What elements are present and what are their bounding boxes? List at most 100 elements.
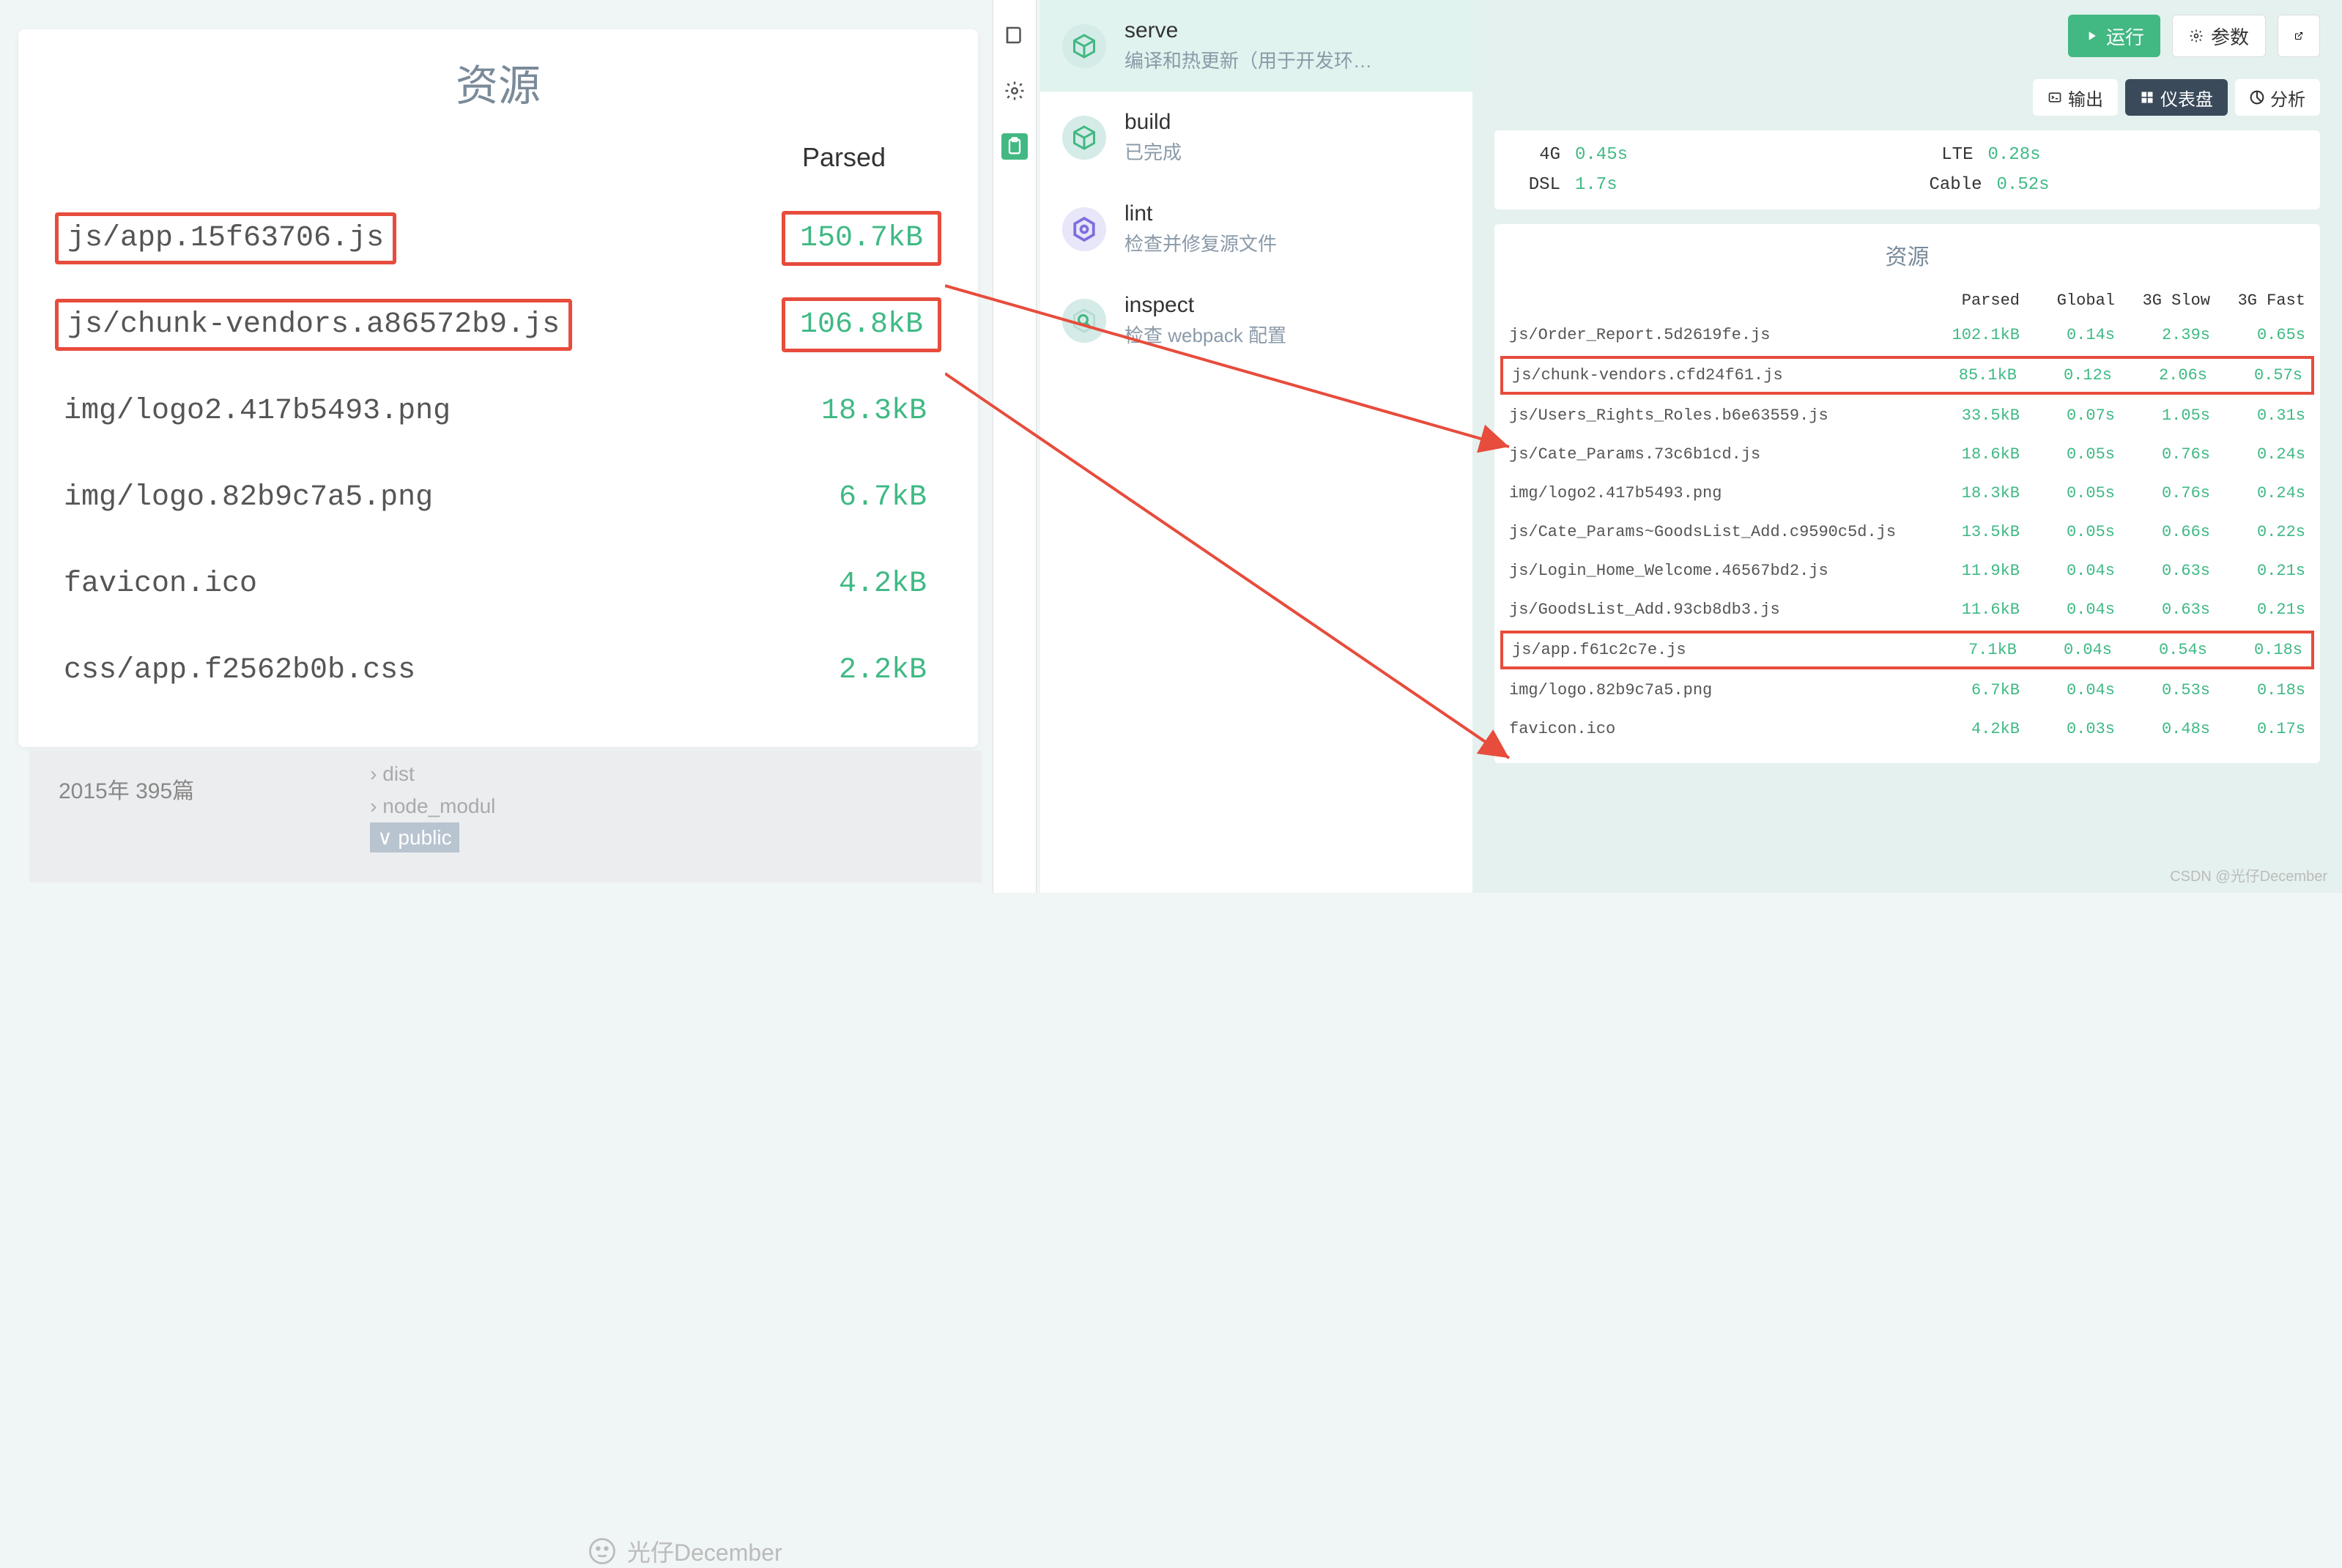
resource-global: 0.04s: [2020, 601, 2115, 619]
resource-name: img/logo2.417b5493.png: [55, 389, 459, 434]
resource-3g-fast: 0.21s: [2210, 601, 2305, 619]
resource-global: 0.05s: [2020, 523, 2115, 541]
resource-parsed: 18.6kB: [1924, 445, 2020, 464]
resource-3g-fast: 0.22s: [2210, 523, 2305, 541]
resource-parsed: 18.3kB: [1924, 484, 2020, 502]
resource-size: 150.7kB: [782, 211, 941, 266]
task-item-build[interactable]: build已完成: [1040, 92, 1472, 183]
resource-row[interactable]: js/chunk-vendors.a86572b9.js106.8kB: [55, 281, 941, 368]
resource-3g-fast: 0.24s: [2210, 484, 2305, 502]
dashboard-icon: [2140, 90, 2154, 105]
icon-rail: [993, 0, 1037, 893]
resource-row[interactable]: js/Cate_Params~GoodsList_Add.c9590c5d.js…: [1494, 513, 2320, 551]
network-speed-card: 4G0.45sLTE0.28sDSL1.7sCable0.52s: [1494, 130, 2320, 209]
resource-row[interactable]: favicon.ico 4.2kB 0.03s 0.48s 0.17s: [1494, 710, 2320, 748]
resources-header: Parsed Global 3G Slow 3G Fast: [1494, 286, 2320, 316]
tree-item-selected[interactable]: ∨ public: [370, 822, 495, 852]
resource-global: 0.12s: [2017, 366, 2112, 384]
net-label: DSL: [1516, 175, 1560, 195]
resource-row[interactable]: js/chunk-vendors.cfd24f61.js 85.1kB 0.12…: [1500, 356, 2314, 395]
resource-size: 4.2kB: [795, 560, 941, 608]
task-desc: 检查 webpack 配置: [1124, 321, 1450, 348]
resource-parsed: 13.5kB: [1924, 523, 2020, 541]
resource-name: js/Order_Report.5d2619fe.js: [1509, 326, 1924, 344]
cube-icon: [1062, 24, 1106, 68]
resource-3g-slow: 0.53s: [2115, 681, 2210, 699]
mascot-icon: [586, 1535, 618, 1567]
resource-name: js/GoodsList_Add.93cb8db3.js: [1509, 601, 1924, 619]
task-desc: 编译和热更新（用于开发环…: [1124, 46, 1450, 73]
resource-3g-slow: 0.66s: [2115, 523, 2210, 541]
task-name: inspect: [1124, 293, 1450, 318]
resource-row[interactable]: img/logo.82b9c7a5.png6.7kB: [55, 454, 941, 540]
resource-parsed: 4.2kB: [1924, 720, 2020, 738]
resource-3g-slow: 0.63s: [2115, 562, 2210, 580]
resource-3g-fast: 0.18s: [2207, 641, 2302, 659]
resource-name: img/logo.82b9c7a5.png: [1509, 681, 1924, 699]
resource-parsed: 85.1kB: [1922, 366, 2017, 384]
resource-row[interactable]: favicon.ico4.2kB: [55, 540, 941, 627]
resource-size: 18.3kB: [795, 387, 941, 435]
resource-parsed: 33.5kB: [1924, 406, 2020, 425]
task-name: serve: [1124, 18, 1450, 43]
resource-3g-fast: 0.24s: [2210, 445, 2305, 464]
resource-name: img/logo2.417b5493.png: [1509, 484, 1924, 502]
external-link-button[interactable]: [2278, 15, 2320, 57]
task-item-serve[interactable]: serve 编译和热更新（用于开发环…: [1040, 0, 1472, 92]
analyze-icon: [2250, 90, 2264, 105]
resource-row[interactable]: js/Cate_Params.73c6b1cd.js 18.6kB 0.05s …: [1494, 435, 2320, 474]
resource-row[interactable]: img/logo.82b9c7a5.png 6.7kB 0.04s 0.53s …: [1494, 671, 2320, 710]
resource-3g-fast: 0.17s: [2210, 720, 2305, 738]
external-link-icon: [2294, 28, 2303, 44]
task-item-inspect[interactable]: inspect 检查 webpack 配置: [1040, 275, 1472, 366]
tree-item[interactable]: › dist: [370, 758, 495, 790]
toolbar: 运行 参数: [1472, 0, 2342, 72]
tab-output[interactable]: 输出: [2033, 79, 2118, 116]
tree-item[interactable]: › node_modul: [370, 790, 495, 822]
clipboard-icon[interactable]: [1001, 133, 1028, 160]
network-stat: DSL1.7s: [1516, 175, 1886, 195]
resource-row[interactable]: js/app.f61c2c7e.js 7.1kB 0.04s 0.54s 0.1…: [1500, 631, 2314, 669]
resource-3g-slow: 0.76s: [2115, 484, 2210, 502]
dashboard-panel: 运行 参数 输出 仪表盘 分析 4G0.45sLTE0.28sDSL1.7sCa…: [1472, 0, 2342, 893]
resources-title: 资源: [55, 51, 941, 113]
resource-name: js/Login_Home_Welcome.46567bd2.js: [1509, 562, 1924, 580]
resource-global: 0.03s: [2020, 720, 2115, 738]
resource-global: 0.04s: [2020, 562, 2115, 580]
resource-3g-fast: 0.65s: [2210, 326, 2305, 344]
net-label: 4G: [1516, 145, 1560, 165]
task-name: lint: [1124, 201, 1450, 226]
watermark-left: 光仔December: [586, 1534, 782, 1568]
net-value: 0.45s: [1575, 145, 1628, 165]
tab-dashboard[interactable]: 仪表盘: [2125, 79, 2228, 116]
task-desc: 检查并修复源文件: [1124, 229, 1450, 256]
resource-row[interactable]: js/Login_Home_Welcome.46567bd2.js 11.9kB…: [1494, 551, 2320, 590]
run-button[interactable]: 运行: [2068, 15, 2160, 57]
task-item-lint[interactable]: lint 检查并修复源文件: [1040, 183, 1472, 275]
resource-row[interactable]: js/Users_Rights_Roles.b6e63559.js 33.5kB…: [1494, 396, 2320, 435]
network-stat: Cable0.52s: [1930, 175, 2299, 195]
resource-row[interactable]: css/app.f2562b0b.css2.2kB: [55, 627, 941, 713]
resources-header: Parsed: [55, 142, 941, 173]
resource-row[interactable]: js/Order_Report.5d2619fe.js 102.1kB 0.14…: [1494, 316, 2320, 354]
resource-row[interactable]: js/app.15f63706.js150.7kB: [55, 195, 941, 281]
resource-name: js/chunk-vendors.cfd24f61.js: [1512, 366, 1922, 384]
cube-icon: [1062, 116, 1106, 160]
search-icon: [1062, 299, 1106, 343]
tab-analyze[interactable]: 分析: [2235, 79, 2320, 116]
book-icon[interactable]: [1001, 22, 1028, 48]
gear-icon[interactable]: [1001, 78, 1028, 104]
resource-row[interactable]: js/GoodsList_Add.93cb8db3.js 11.6kB 0.04…: [1494, 590, 2320, 629]
resource-name: css/app.f2562b0b.css: [55, 648, 424, 693]
resource-name: js/Cate_Params.73c6b1cd.js: [1509, 445, 1924, 464]
gear-icon: [2189, 29, 2204, 43]
view-tabs: 输出 仪表盘 分析: [1472, 72, 2342, 130]
resource-row[interactable]: img/logo2.417b5493.png 18.3kB 0.05s 0.76…: [1494, 474, 2320, 513]
resource-parsed: 102.1kB: [1924, 326, 2020, 344]
resource-row[interactable]: img/logo2.417b5493.png 18.3kB: [55, 368, 941, 454]
file-tree: › dist › node_modul ∨ public: [355, 751, 510, 860]
network-stat: 4G 0.45s: [1516, 145, 1886, 165]
params-button[interactable]: 参数: [2172, 15, 2266, 57]
net-value: 0.28s: [1988, 145, 2041, 165]
resource-name: favicon.ico: [1509, 720, 1924, 738]
